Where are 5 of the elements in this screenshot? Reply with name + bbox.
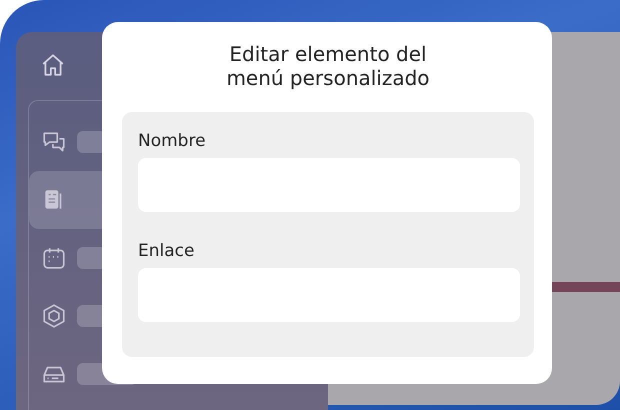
hexagon-icon (41, 303, 67, 329)
field-label: Enlace (138, 240, 196, 263)
field-label: Nombre (138, 130, 207, 153)
home-icon[interactable] (40, 52, 66, 78)
dialog-title: Editar elemento del menú personalizado (225, 42, 431, 92)
